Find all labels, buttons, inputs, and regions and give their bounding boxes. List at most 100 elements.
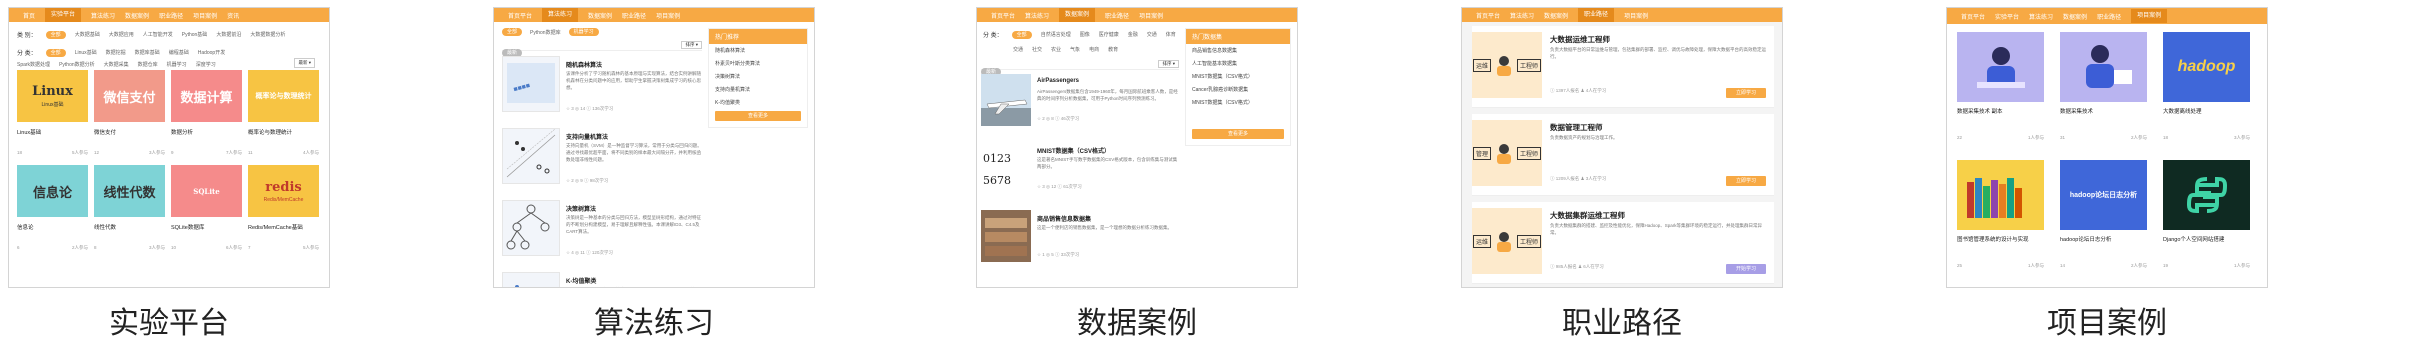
filter-option[interactable]: 医疗健康	[1099, 31, 1119, 38]
nav-item[interactable]: 数据案例	[588, 11, 612, 20]
project-card[interactable]: 数据采集技术 副本 22 1人参与	[1957, 32, 2044, 150]
project-card[interactable]: 数据采集技术 31 2人参与	[2060, 32, 2147, 150]
filter-option[interactable]: 自然语言处理	[1041, 31, 1071, 38]
course-card[interactable]: redis Redis/MemCache Redis/MemCache基础 7 5人参与	[248, 165, 319, 251]
project-card[interactable]: Django个人空间网站搭建 19 1人参与	[2163, 160, 2250, 278]
nav-item[interactable]: 首页平台	[991, 11, 1015, 20]
algorithm-item[interactable]: ■■■■ 随机森林算法 该课件分析了学习随机森林的基本原理与实现算法，结合实例讲解随…	[502, 56, 702, 122]
nav-item[interactable]: 职业路径	[159, 11, 183, 20]
nav-item[interactable]: 首页平台	[508, 11, 532, 20]
filter-option[interactable]: 社交	[1032, 46, 1042, 53]
nav-item[interactable]: 项目案例	[1139, 11, 1163, 20]
algorithm-title[interactable]: 决策树算法	[566, 204, 596, 213]
career-title[interactable]: 大数据运维工程师	[1550, 34, 1610, 45]
algorithm-item[interactable]: 支持向量机算法 支持向量机（SVM）是一种监督学习算法，常用于分类与回归问题。通过…	[502, 128, 702, 194]
recommend-item[interactable]: K-均值聚类	[709, 96, 807, 109]
nav-item[interactable]: 项目案例	[193, 11, 217, 20]
career-title[interactable]: 大数据集群运维工程师	[1550, 210, 1625, 221]
course-card[interactable]: Linux Linux基础 Linux基础 18 5人参与	[17, 70, 88, 156]
filter-option[interactable]: 交通	[1147, 31, 1157, 38]
project-card[interactable]: 图书馆管理系统的设计与实现 25 1人参与	[1957, 160, 2044, 278]
course-card[interactable]: 线性代数 线性代数 8 3人参与	[94, 165, 165, 251]
filter-option[interactable]: 大数据应用	[109, 31, 134, 38]
algorithm-title[interactable]: 支持向量机算法	[566, 132, 608, 141]
filter-option[interactable]: Hadoop开发	[198, 49, 226, 56]
filter-active[interactable]: 全部	[45, 30, 66, 39]
filter-option[interactable]: 农业	[1051, 46, 1061, 53]
nav-item[interactable]: 算法练习	[2029, 12, 2053, 21]
nav-item[interactable]: 数据案例	[1059, 8, 1096, 22]
hot-dataset-item[interactable]: 人工智能基本数据集	[1186, 57, 1290, 70]
start-learning-button[interactable]: 立即学习	[1726, 176, 1766, 186]
algorithm-item[interactable]: 决策树算法 决策树是一种基本的分类与回归方法，模型呈树形结构，通过对特征的不断划分…	[502, 200, 702, 266]
algorithm-title[interactable]: 随机森林算法	[566, 60, 602, 69]
project-card[interactable]: hadoop论坛日志分析 hadoop论坛日志分析 14 2人参与	[2060, 160, 2147, 278]
filter-option[interactable]: Spark数据处理	[17, 61, 50, 68]
course-card[interactable]: 微信支付 微信支付 12 3人参与	[94, 70, 165, 156]
career-title[interactable]: 数据管理工程师	[1550, 122, 1603, 133]
filter-option[interactable]: 大数据采集	[104, 61, 129, 68]
sort-select[interactable]: 排序 ▾	[1158, 60, 1179, 68]
course-card[interactable]: 信息论 信息论 6 2人参与	[17, 165, 88, 251]
project-card[interactable]: hadoop 大数据离线处理 18 3人参与	[2163, 32, 2250, 150]
dataset-item[interactable]: 商品销售信息数据集 这是一个便利店的销售数据集，是一个理想的数据分析练习数据集。 ☆…	[981, 210, 1179, 266]
nav-item[interactable]: 职业路径	[1105, 11, 1129, 20]
view-more-button[interactable]: 查看更多	[715, 111, 801, 121]
sort-select[interactable]: 最新 ▾	[294, 58, 315, 68]
filter-option[interactable]: 大数据数据分析	[250, 31, 285, 38]
nav-item[interactable]: 资讯	[227, 11, 239, 20]
filter-option[interactable]: 气象	[1070, 46, 1080, 53]
course-card[interactable]: 数据计算 数据分析 9 7人参与	[171, 70, 242, 156]
nav-item[interactable]: 算法练习	[1025, 11, 1049, 20]
hot-dataset-item[interactable]: MNIST数据集（CSV格式）	[1186, 96, 1290, 109]
filter-option[interactable]: Linux基础	[75, 49, 97, 56]
nav-item[interactable]: 职业路径	[622, 11, 646, 20]
filter-option[interactable]: 编程基础	[169, 49, 189, 56]
nav-item[interactable]: 职业路径	[2097, 12, 2121, 21]
career-path-card[interactable]: 管理 工程师 数据管理工程师 负责数据资产的规划与治理工作。 ⓘ 1209人报名 ♟ 3…	[1472, 114, 1774, 196]
recommend-item[interactable]: 朴素贝叶斯分类算法	[709, 57, 807, 70]
filter-option[interactable]: 数据库基础	[135, 49, 160, 56]
filter-option[interactable]: 电商	[1089, 46, 1099, 53]
start-learning-button[interactable]: 开始学习	[1726, 264, 1766, 274]
career-path-card[interactable]: 运维 工程师 大数据运维工程师 负责大数据平台的日常运维与管理，包括集群的部署、监控、…	[1472, 26, 1774, 108]
breadcrumb-item[interactable]: Python数据库	[530, 29, 561, 36]
nav-item[interactable]: 首页平台	[1961, 12, 1985, 21]
recommend-item[interactable]: 决策树算法	[709, 70, 807, 83]
filter-option[interactable]: 大数据前沿	[216, 31, 241, 38]
recommend-item[interactable]: 支持向量机算法	[709, 83, 807, 96]
filter-option[interactable]: 深度学习	[196, 61, 216, 68]
nav-item[interactable]: 算法练习	[1510, 11, 1534, 20]
hot-dataset-item[interactable]: MNIST数据集（CSV格式）	[1186, 70, 1290, 83]
dataset-title[interactable]: MNIST数据集（CSV格式）	[1037, 146, 1110, 155]
filter-option[interactable]: 数据挖掘	[106, 49, 126, 56]
nav-item[interactable]: 首页平台	[1476, 11, 1500, 20]
dataset-item[interactable]: AirPassengers AirPassengers数据集包含1949-1960…	[981, 74, 1179, 130]
hot-dataset-item[interactable]: Cancer乳腺癌诊断数据集	[1186, 83, 1290, 96]
sort-select[interactable]: 排序 ▾	[681, 41, 702, 49]
nav-item[interactable]: 职业路径	[1578, 8, 1615, 22]
filter-option[interactable]: 图像	[1080, 31, 1090, 38]
hot-dataset-item[interactable]: 商品销售信息数据集	[1186, 44, 1290, 57]
filter-option[interactable]: 数据仓库	[138, 61, 158, 68]
filter-active[interactable]: 全部	[1011, 30, 1032, 39]
algorithm-title[interactable]: K-均值聚类	[566, 276, 596, 285]
filter-option[interactable]: 体育	[1166, 31, 1176, 38]
filter-option[interactable]: 金融	[1128, 31, 1138, 38]
dataset-title[interactable]: 商品销售信息数据集	[1037, 214, 1091, 223]
start-learning-button[interactable]: 立即学习	[1726, 88, 1766, 98]
algorithm-item[interactable]: K-均值聚类K-means是最常用的聚类算法之一，通过迭代将样本划分为K个簇，使…	[502, 272, 702, 287]
nav-item[interactable]: 项目案例	[1624, 11, 1648, 20]
nav-item[interactable]: 项目案例	[2131, 9, 2168, 23]
nav-item[interactable]: 算法练习	[91, 11, 115, 20]
career-path-card[interactable]: 运维 工程师 大数据集群运维工程师 负责大数据集群的搭建、监控及性能优化，保障Hado…	[1472, 202, 1774, 284]
dataset-item[interactable]: 0123 5678 MNIST数据集（CSV格式） 这是著名MNIST手写数字数据集的…	[981, 142, 1179, 198]
filter-option[interactable]: 机器学习	[167, 61, 187, 68]
course-card[interactable]: 概率论与数理统计 概率论与数理统计 11 4人参与	[248, 70, 319, 156]
filter-option[interactable]: 教育	[1108, 46, 1118, 53]
nav-item[interactable]: 数据案例	[2063, 12, 2087, 21]
filter-active[interactable]: 全部	[45, 48, 66, 57]
course-card[interactable]: SQLite SQLite数据库 10 6人参与	[171, 165, 242, 251]
filter-option[interactable]: 交通	[1013, 46, 1023, 53]
breadcrumb-item[interactable]: 机器学习	[568, 28, 599, 36]
